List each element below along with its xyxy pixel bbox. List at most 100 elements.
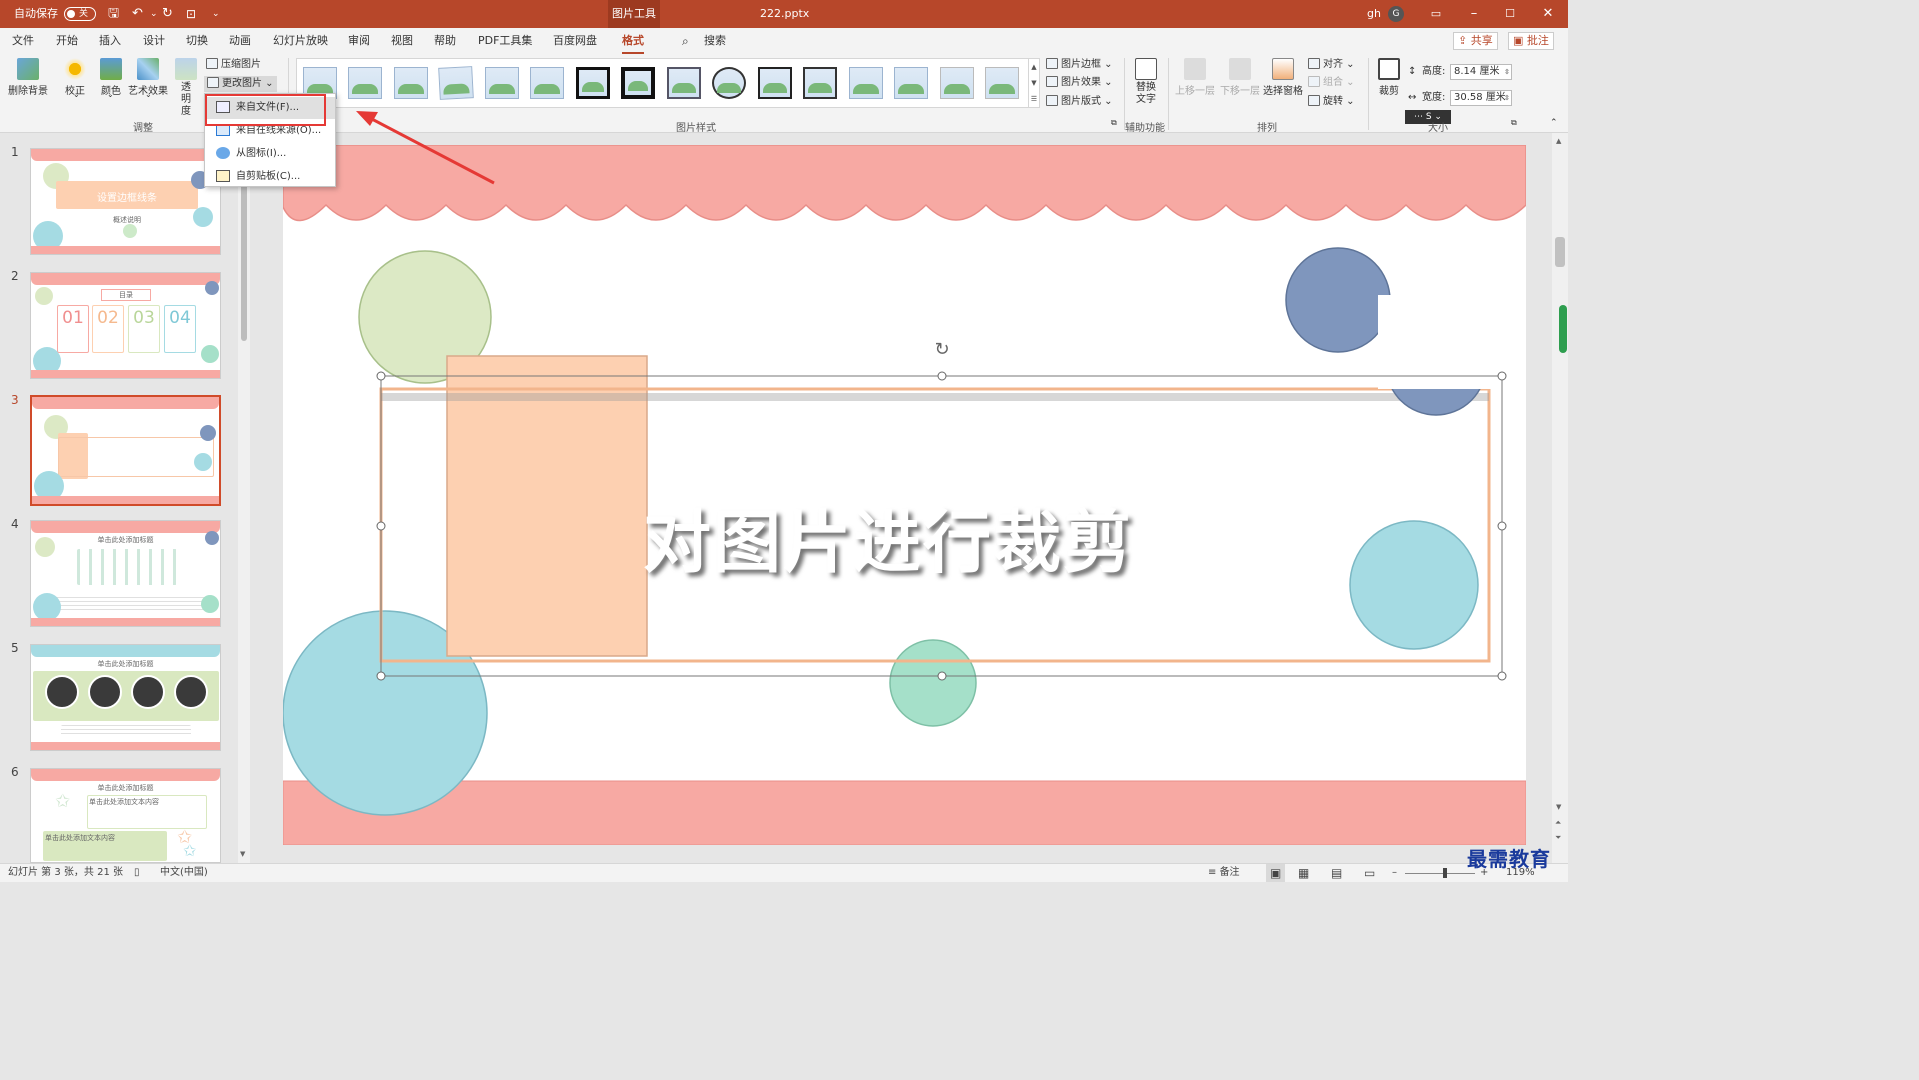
search-icon[interactable]: ⌕ [682, 28, 689, 54]
picture-style-thumbnail[interactable] [667, 67, 701, 99]
tab-baidu-netdisk[interactable]: 百度网盘 [553, 28, 597, 54]
slide-thumbnail-6[interactable]: 单击此处添加标题 ✩ 单击此处添加文本内容 单击此处添加文本内容 ✩ ✩ [30, 768, 221, 863]
color-dropdown-icon[interactable]: ⌄ [107, 90, 114, 99]
height-input[interactable]: 8.14 厘米 [1450, 64, 1512, 80]
tab-help[interactable]: 帮助 [434, 28, 456, 54]
customize-qat-icon[interactable]: ⌄ [212, 0, 220, 28]
tab-file[interactable]: 文件 [12, 28, 34, 54]
picture-style-thumbnail[interactable] [985, 67, 1019, 99]
next-slide-icon[interactable]: ⏷ [1555, 833, 1561, 843]
undo-dropdown-icon[interactable]: ⌄ [150, 0, 158, 28]
tab-review[interactable]: 审阅 [348, 28, 370, 54]
size-dialog-launcher-icon[interactable]: ⧉ [1511, 118, 1517, 128]
picture-style-thumbnail[interactable] [712, 67, 746, 99]
thumbnail-scrollbar[interactable]: ▼ [238, 133, 250, 863]
picture-style-thumbnail[interactable] [894, 67, 928, 99]
picture-style-thumbnail[interactable] [758, 67, 792, 99]
prev-slide-icon[interactable]: ⏶ [1555, 818, 1561, 828]
picture-border-button[interactable]: 图片边框 ⌄ [1046, 57, 1113, 73]
slide-thumbnail-1[interactable]: 设置边框线条 概述说明 [30, 148, 221, 255]
rotate-button[interactable]: 旋转 ⌄ [1308, 94, 1355, 110]
redo-icon[interactable]: ↻ [162, 0, 173, 28]
share-button[interactable]: ⇪ 共享 [1453, 32, 1498, 50]
tab-transitions[interactable]: 切换 [186, 28, 208, 54]
slideshow-view-icon[interactable]: ▭ [1364, 864, 1375, 882]
slide-thumbnail-3[interactable] [30, 395, 221, 506]
slide-thumbnail-4[interactable]: 单击此处添加标题 [30, 520, 221, 627]
selection-pane-button[interactable]: 选择窗格 [1262, 58, 1304, 97]
language-status[interactable]: 中文(中国) [160, 864, 208, 882]
picture-style-thumbnail[interactable] [940, 67, 974, 99]
avatar[interactable]: G [1388, 6, 1404, 22]
picture-style-thumbnail[interactable] [394, 67, 428, 99]
chevron-up-icon[interactable]: ▲ [1031, 63, 1036, 71]
picture-style-thumbnail[interactable] [849, 67, 883, 99]
reading-view-icon[interactable]: ▤ [1331, 864, 1342, 882]
slide-title[interactable]: 对图片进行裁剪 [643, 487, 1133, 586]
user-name[interactable]: gh [1367, 0, 1381, 28]
picture-style-thumbnail[interactable] [803, 67, 837, 99]
from-clipboard-menu-item[interactable]: 自剪贴板(C)... [205, 166, 335, 188]
picture-style-thumbnail[interactable] [485, 67, 519, 99]
gallery-more-icon[interactable]: ☰ [1031, 95, 1037, 103]
rotate-handle-icon[interactable]: ↻ [934, 339, 949, 360]
dialog-launcher-icon[interactable]: ⧉ [1111, 118, 1117, 128]
close-icon[interactable]: ✕ [1530, 0, 1566, 28]
tab-view[interactable]: 视图 [391, 28, 413, 54]
tab-design[interactable]: 设计 [143, 28, 165, 54]
search-label[interactable]: 搜索 [704, 28, 726, 54]
align-button[interactable]: 对齐 ⌄ [1308, 57, 1355, 73]
chevron-down-icon[interactable]: ▼ [1031, 79, 1036, 87]
scroll-down-icon[interactable]: ▼ [240, 850, 245, 858]
picture-layout-button[interactable]: 图片版式 ⌄ [1046, 94, 1113, 110]
picture-style-thumbnail[interactable] [621, 67, 655, 99]
scroll-up-icon[interactable]: ▲ [1556, 137, 1561, 145]
remove-background-button[interactable]: 删除背景 [6, 58, 50, 97]
save-icon[interactable]: 🖫 [108, 0, 119, 28]
tab-format[interactable]: 格式 [622, 28, 644, 54]
picture-style-thumbnail[interactable] [530, 67, 564, 99]
transparency-button[interactable]: 透明度 [172, 58, 200, 118]
zoom-slider[interactable] [1405, 868, 1475, 878]
maximize-icon[interactable]: ☐ [1492, 0, 1528, 28]
zoom-slider-thumb[interactable] [1443, 868, 1447, 878]
tab-pdf-tools[interactable]: PDF工具集 [478, 28, 532, 54]
height-spinner[interactable]: ⇳ [1504, 64, 1510, 80]
from-icons-menu-item[interactable]: 从图标(I)... [205, 143, 335, 165]
slide-sorter-icon[interactable]: ▦ [1298, 864, 1309, 882]
correct-dropdown-icon[interactable]: ⌄ [73, 90, 80, 99]
bring-forward-button[interactable]: 上移一层 [1175, 58, 1215, 97]
comments-button[interactable]: ▣ 批注 [1508, 32, 1554, 50]
compress-pictures-button[interactable]: 压缩图片 [206, 57, 261, 73]
width-spinner[interactable]: ⇳ [1504, 90, 1510, 106]
send-backward-button[interactable]: 下移一层 [1220, 58, 1260, 97]
slide-vertical-scrollbar[interactable]: ▲ ▼ ⏶ ⏷ [1552, 133, 1568, 863]
present-icon[interactable]: ⊡ [186, 0, 196, 28]
picture-effects-button[interactable]: 图片效果 ⌄ [1046, 75, 1113, 91]
tab-animations[interactable]: 动画 [229, 28, 251, 54]
picture-style-thumbnail[interactable] [576, 67, 610, 99]
zoom-out-icon[interactable]: – [1392, 864, 1397, 882]
ribbon-display-icon[interactable]: ▭ [1418, 0, 1454, 28]
tab-slideshow[interactable]: 幻灯片放映 [273, 28, 328, 54]
picture-style-thumbnail[interactable] [348, 67, 382, 99]
scrollbar-thumb[interactable] [1555, 237, 1565, 267]
spellcheck-icon[interactable]: ▯ [134, 864, 140, 882]
change-picture-button[interactable]: 更改图片 ⌄ [204, 76, 277, 92]
collapse-ribbon-icon[interactable]: ⌃ [1550, 118, 1558, 128]
tab-home[interactable]: 开始 [56, 28, 78, 54]
alt-text-button[interactable]: 替换文字 [1130, 58, 1162, 106]
gallery-scroll-arrows[interactable]: ▲ ▼ ☰ [1028, 58, 1040, 108]
notes-button[interactable]: ≡ 备注 [1208, 864, 1240, 882]
slide-thumbnail-2[interactable]: 目录 01 02 03 04 [30, 272, 221, 379]
slide-canvas[interactable]: ↻ 对图片进行裁剪 [283, 145, 1526, 845]
scroll-down-icon[interactable]: ▼ [1556, 803, 1561, 811]
artistic-dropdown-icon[interactable]: ⌄ [145, 90, 152, 99]
normal-view-icon[interactable]: ▣ [1266, 864, 1286, 882]
crop-button[interactable]: 裁剪 [1374, 58, 1404, 97]
undo-icon[interactable]: ↶ [132, 0, 143, 28]
autosave-toggle[interactable]: 关 [64, 7, 96, 21]
tab-insert[interactable]: 插入 [99, 28, 121, 54]
slide-thumbnail-5[interactable]: 单击此处添加标题 [30, 644, 221, 751]
group-objects-button[interactable]: 组合 ⌄ [1308, 75, 1355, 91]
